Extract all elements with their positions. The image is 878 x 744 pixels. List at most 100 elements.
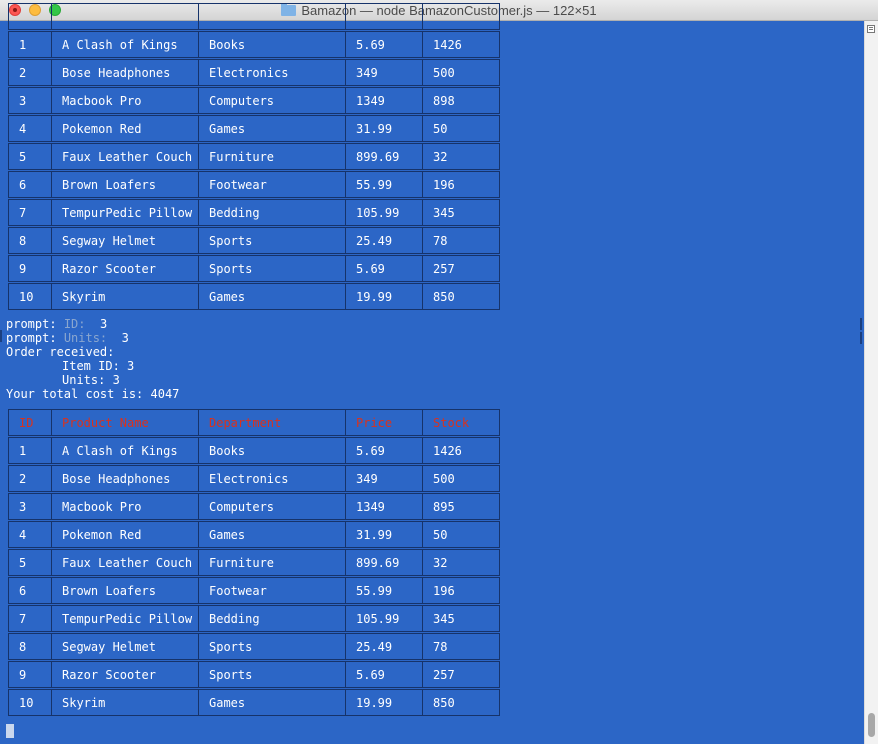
id-cell: 5 [8, 549, 52, 576]
price-cell: 31.99 [345, 521, 423, 548]
stock-cell: 500 [422, 465, 500, 492]
stock-cell: 345 [422, 199, 500, 226]
stock-cell: 196 [422, 171, 500, 198]
id-cell: 1 [8, 437, 52, 464]
department-cell: Footwear [198, 577, 346, 604]
department-cell: Sports [198, 661, 346, 688]
department-cell: Computers [198, 87, 346, 114]
product-name-cell: Segway Helmet [51, 633, 199, 660]
id-cell: 4 [8, 115, 52, 142]
prompt-id-line: prompt: ID: 3 [6, 317, 108, 331]
stock-cell: 257 [422, 255, 500, 282]
id-cell: 7 [8, 199, 52, 226]
product-name-cell: Razor Scooter [51, 255, 199, 282]
id-cell: 6 [8, 577, 52, 604]
id-cell: 2 [8, 465, 52, 492]
id-cell: 5 [8, 143, 52, 170]
product-name-cell: Pokemon Red [51, 115, 199, 142]
department-cell: Sports [198, 255, 346, 282]
product-name-cell: A Clash of Kings [51, 437, 199, 464]
prompt-units-line: prompt: Units: 3 [6, 331, 129, 345]
scrollbar-thumb[interactable] [868, 713, 875, 737]
right-edge-marker [860, 318, 862, 330]
id-cell: 8 [8, 633, 52, 660]
product-name-cell: Bose Headphones [51, 465, 199, 492]
scroll-marks-icon[interactable] [867, 25, 875, 33]
total-cost-line: Your total cost is: 4047 [6, 387, 180, 401]
price-cell: 349 [345, 59, 423, 86]
units-line: Units: 3 [62, 373, 120, 387]
department-cell: Electronics [198, 465, 346, 492]
right-edge-marker [860, 332, 862, 344]
price-cell: 31.99 [345, 115, 423, 142]
price-cell: 5.69 [345, 661, 423, 688]
id-cell: 9 [8, 661, 52, 688]
department-cell: Furniture [198, 143, 346, 170]
department-cell: Games [198, 115, 346, 142]
price-cell: 5.69 [345, 31, 423, 58]
id-cell: 10 [8, 283, 52, 310]
department-cell: Footwear [198, 171, 346, 198]
order-received-line: Order received: [6, 345, 115, 359]
department-cell: Furniture [198, 549, 346, 576]
department-cell: Electronics [198, 59, 346, 86]
price-cell: 1349 [345, 87, 423, 114]
price-cell: 55.99 [345, 577, 423, 604]
column-header: Price [345, 409, 423, 436]
product-name-cell: Faux Leather Couch [51, 143, 199, 170]
product-name-cell: Macbook Pro [51, 87, 199, 114]
price-cell: 899.69 [345, 549, 423, 576]
department-cell: Books [198, 31, 346, 58]
vertical-scrollbar[interactable] [864, 21, 878, 744]
price-cell: 105.99 [345, 199, 423, 226]
stock-cell: 50 [422, 521, 500, 548]
price-cell: 349 [345, 465, 423, 492]
column-header: Department [198, 409, 346, 436]
price-cell: 25.49 [345, 227, 423, 254]
stock-cell: 78 [422, 633, 500, 660]
stock-cell: 50 [422, 115, 500, 142]
stock-cell: 78 [422, 227, 500, 254]
product-name-cell: Bose Headphones [51, 59, 199, 86]
stock-cell: 257 [422, 661, 500, 688]
product-name-cell: TempurPedic Pillow [51, 199, 199, 226]
product-name-cell: Brown Loafers [51, 577, 199, 604]
stock-cell: 895 [422, 493, 500, 520]
column-header: ID [8, 409, 52, 436]
price-cell: 25.49 [345, 633, 423, 660]
id-cell: 10 [8, 689, 52, 716]
id-cell: 1 [8, 31, 52, 58]
product-name-cell: Razor Scooter [51, 661, 199, 688]
id-cell: 9 [8, 255, 52, 282]
id-cell: 4 [8, 521, 52, 548]
department-cell: Sports [198, 633, 346, 660]
department-cell: Games [198, 283, 346, 310]
stock-cell: 850 [422, 689, 500, 716]
product-name-cell: A Clash of Kings [51, 31, 199, 58]
stock-cell: 32 [422, 143, 500, 170]
department-cell: Books [198, 437, 346, 464]
department-cell: Bedding [198, 605, 346, 632]
stock-cell: 1426 [422, 31, 500, 58]
price-cell: 899.69 [345, 143, 423, 170]
id-cell: 8 [8, 227, 52, 254]
stock-cell: 196 [422, 577, 500, 604]
stock-cell: 1426 [422, 437, 500, 464]
stock-cell: 32 [422, 549, 500, 576]
product-name-cell: Pokemon Red [51, 521, 199, 548]
price-cell: 19.99 [345, 689, 423, 716]
stock-cell: 500 [422, 59, 500, 86]
department-cell: Bedding [198, 199, 346, 226]
price-cell: 55.99 [345, 171, 423, 198]
product-name-cell: Skyrim [51, 689, 199, 716]
product-name-cell: Segway Helmet [51, 227, 199, 254]
department-cell: Games [198, 689, 346, 716]
id-cell: 2 [8, 59, 52, 86]
price-cell: 19.99 [345, 283, 423, 310]
department-cell: Sports [198, 227, 346, 254]
column-header: Product Name [51, 409, 199, 436]
stock-cell: 850 [422, 283, 500, 310]
id-cell: 3 [8, 493, 52, 520]
price-cell: 5.69 [345, 437, 423, 464]
product-name-cell: Skyrim [51, 283, 199, 310]
